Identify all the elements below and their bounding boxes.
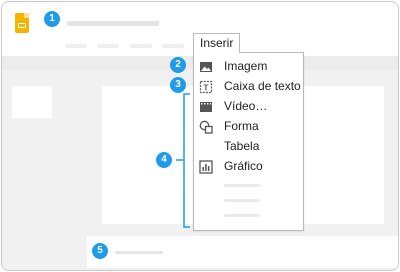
speaker-notes-area[interactable] — [87, 236, 398, 268]
menu-item-label: Tabela — [224, 139, 260, 153]
notes-placeholder-line — [115, 251, 163, 254]
image-icon — [199, 60, 213, 74]
menu-placeholder-3[interactable] — [130, 44, 152, 48]
menu-item-label: Imagem — [224, 59, 268, 73]
callout-2: 2 — [170, 57, 186, 73]
menu-item-placeholder[interactable] — [224, 184, 260, 187]
menu-item-label: Caixa de texto — [224, 79, 301, 93]
menu-item-placeholder[interactable] — [224, 214, 260, 217]
menu-item-placeholder[interactable] — [224, 199, 260, 202]
menu-placeholder-4[interactable] — [162, 44, 184, 48]
svg-text:T: T — [204, 84, 209, 93]
menu-item-label: Vídeo… — [224, 99, 268, 113]
text-box-icon: T — [199, 80, 213, 94]
menu-placeholder-2[interactable] — [97, 44, 119, 48]
callout-3: 3 — [170, 77, 186, 93]
document-title-placeholder[interactable] — [67, 21, 159, 26]
insert-menu-tab[interactable]: Inserir — [193, 33, 240, 53]
menu-item-label: Gráfico — [224, 159, 263, 173]
slide-thumbnail[interactable] — [12, 86, 52, 118]
callout-4: 4 — [156, 152, 172, 168]
menu-group-bracket — [176, 93, 190, 228]
callout-5: 5 — [92, 243, 108, 259]
callout-1: 1 — [44, 11, 60, 27]
slides-app-icon[interactable] — [15, 13, 29, 33]
menu-item-label: Forma — [224, 119, 259, 133]
menu-placeholder-1[interactable] — [65, 44, 87, 48]
menu-item-image[interactable]: Imagem — [194, 57, 303, 77]
